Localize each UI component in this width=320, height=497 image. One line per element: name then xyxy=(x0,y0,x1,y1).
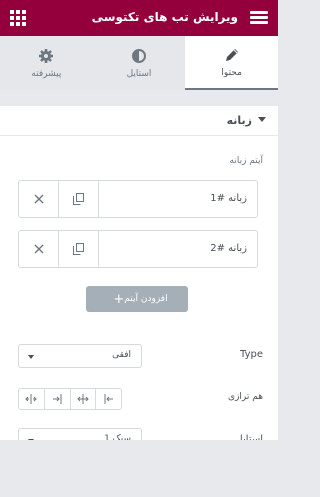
gear-icon xyxy=(39,48,54,63)
tab-advanced[interactable]: پیشرفته xyxy=(0,36,93,90)
editor-panel: ویرایش تب های تکتوسی پیشرفته استایل محتو… xyxy=(0,0,279,497)
remove-item-button[interactable] xyxy=(19,231,59,267)
close-icon xyxy=(34,194,43,204)
panel-footer-area xyxy=(0,440,278,497)
section-toggle[interactable]: زبانه xyxy=(0,106,278,136)
repeater-label: آیتم زبانه xyxy=(229,156,264,166)
alignment-choices xyxy=(18,388,122,410)
align-justify-icon xyxy=(25,394,38,404)
tab-style-label: استایل xyxy=(126,68,152,79)
copy-icon xyxy=(73,193,84,205)
type-label: Type xyxy=(240,349,263,360)
caret-down-icon xyxy=(258,117,266,122)
align-center-icon xyxy=(77,394,89,404)
panel-title: ویرایش تب های تکتوسی xyxy=(91,10,238,24)
repeater-item[interactable]: زبانه #1 xyxy=(18,180,258,218)
align-center-button[interactable] xyxy=(71,389,97,409)
half-circle-icon xyxy=(132,48,146,63)
close-icon xyxy=(34,244,43,254)
tab-style[interactable]: استایل xyxy=(93,36,186,90)
repeater-item[interactable]: زبانه #2 xyxy=(18,230,258,268)
align-justify-button[interactable] xyxy=(19,389,45,409)
align-start-icon xyxy=(104,394,113,404)
content-section-panel: زبانه آیتم زبانه زبانه #1 زبانه #2 + افز… xyxy=(0,106,278,452)
align-end-button[interactable] xyxy=(45,389,71,409)
duplicate-item-button[interactable] xyxy=(59,231,99,267)
duplicate-item-button[interactable] xyxy=(59,181,99,217)
section-title: زبانه xyxy=(226,114,252,127)
add-item-button[interactable]: + افزودن آیتم xyxy=(86,286,188,312)
hamburger-menu-icon[interactable] xyxy=(250,9,268,27)
plus-icon: + xyxy=(113,291,125,307)
add-item-label: افزودن آیتم xyxy=(124,294,168,304)
item-title: زبانه #1 xyxy=(210,193,247,204)
item-title: زبانه #2 xyxy=(210,243,247,254)
tab-content-label: محتوا xyxy=(221,67,242,78)
tab-content[interactable]: محتوا xyxy=(185,36,279,90)
remove-item-button[interactable] xyxy=(19,181,59,217)
align-start-button[interactable] xyxy=(96,389,121,409)
copy-icon xyxy=(73,243,84,255)
align-end-icon xyxy=(53,394,62,404)
tab-advanced-label: پیشرفته xyxy=(31,68,62,79)
apps-grid-icon[interactable] xyxy=(10,10,26,26)
panel-tabs: پیشرفته استایل محتوا xyxy=(0,36,279,90)
chevron-down-icon xyxy=(28,355,34,359)
type-select-value: افقی xyxy=(112,350,131,360)
panel-header: ویرایش تب های تکتوسی xyxy=(0,0,278,36)
pencil-icon xyxy=(225,48,238,61)
type-select[interactable]: افقی xyxy=(18,344,142,368)
alignment-label: هم ترازی xyxy=(228,392,263,402)
